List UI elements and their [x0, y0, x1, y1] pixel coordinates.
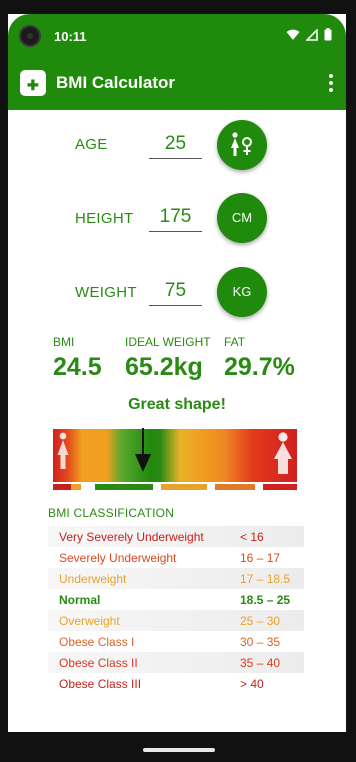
fat-value: 29.7%	[224, 353, 295, 381]
medical-bag-icon: ✚	[20, 70, 46, 96]
shape-status: Great shape!	[128, 396, 226, 413]
bmi-scale	[53, 428, 297, 482]
classification-name: Normal	[59, 593, 101, 607]
status-icons	[286, 28, 332, 41]
wifi-icon	[286, 29, 300, 40]
classification-name: Obese Class I	[59, 635, 135, 649]
classification-range: 17 – 18.5	[240, 572, 291, 586]
front-camera	[19, 25, 41, 47]
status-time: 10:11	[54, 29, 87, 44]
classification-range: > 40	[240, 677, 264, 691]
more-vert-icon[interactable]	[326, 74, 336, 94]
phone-bezel-right	[346, 0, 356, 762]
height-unit-button[interactable]: CM	[217, 193, 267, 243]
classification-range: < 16	[240, 530, 264, 544]
female-gender-icon	[231, 132, 252, 156]
bmi-scale-strip	[53, 484, 297, 490]
gender-button[interactable]	[217, 120, 267, 170]
ideal-weight-value: 65.2kg	[125, 353, 203, 381]
classification-range: 30 – 35	[240, 635, 281, 649]
phone-bezel-top	[0, 0, 356, 14]
status-bar: 10:11	[8, 14, 346, 58]
bmi-value: 24.5	[53, 353, 102, 381]
phone-bezel-bottom	[0, 732, 356, 762]
height-label: HEIGHT	[75, 210, 134, 227]
classification-row: Very Severely Underweight < 16	[48, 526, 304, 547]
classification-row: Normal 18.5 – 25	[48, 589, 304, 610]
classification-heading: BMI CLASSIFICATION	[48, 506, 175, 520]
classification-name: Obese Class II	[59, 656, 138, 670]
signal-icon	[306, 28, 318, 41]
classification-range: 18.5 – 25	[240, 593, 291, 607]
bmi-indicator-arrow	[135, 428, 152, 472]
classification-name: Very Severely Underweight	[59, 530, 204, 544]
app-bar: ✚ BMI Calculator	[8, 58, 346, 110]
app-title: BMI Calculator	[56, 73, 176, 92]
age-label: AGE	[75, 136, 108, 153]
classification-row: Obese Class III > 40	[48, 673, 304, 694]
classification-name: Overweight	[59, 614, 120, 628]
weight-label: WEIGHT	[75, 284, 137, 301]
weight-input[interactable]: 75	[149, 277, 202, 306]
phone-bezel-left	[0, 0, 8, 762]
classification-table: Very Severely Underweight < 16 Severely Un…	[48, 526, 304, 694]
classification-name: Severely Underweight	[59, 551, 177, 565]
classification-row: Underweight 17 – 18.5	[48, 568, 304, 589]
classification-row: Obese Class I 30 – 35	[48, 631, 304, 652]
classification-range: 35 – 40	[240, 656, 281, 670]
screen: 10:11 ✚ BMI Calculator AGE 25 HEIGHT 175…	[8, 14, 346, 732]
classification-row: Overweight 25 – 30	[48, 610, 304, 631]
fat-label: FAT	[224, 335, 246, 349]
age-input[interactable]: 25	[149, 130, 202, 159]
classification-row: Obese Class II 35 – 40	[48, 652, 304, 673]
weight-unit-button[interactable]: KG	[217, 267, 267, 317]
female-silhouette-left-icon	[57, 432, 69, 469]
female-silhouette-right-icon	[274, 432, 292, 474]
classification-row: Severely Underweight 16 – 17	[48, 547, 304, 568]
classification-range: 16 – 17	[240, 551, 281, 565]
classification-range: 25 – 30	[240, 614, 281, 628]
battery-icon	[324, 28, 332, 41]
home-gesture-bar[interactable]	[143, 748, 215, 752]
classification-name: Obese Class III	[59, 677, 142, 691]
ideal-weight-label: IDEAL WEIGHT	[125, 335, 211, 349]
bmi-label: BMI	[53, 335, 75, 349]
classification-name: Underweight	[59, 572, 127, 586]
height-input[interactable]: 175	[149, 203, 202, 232]
